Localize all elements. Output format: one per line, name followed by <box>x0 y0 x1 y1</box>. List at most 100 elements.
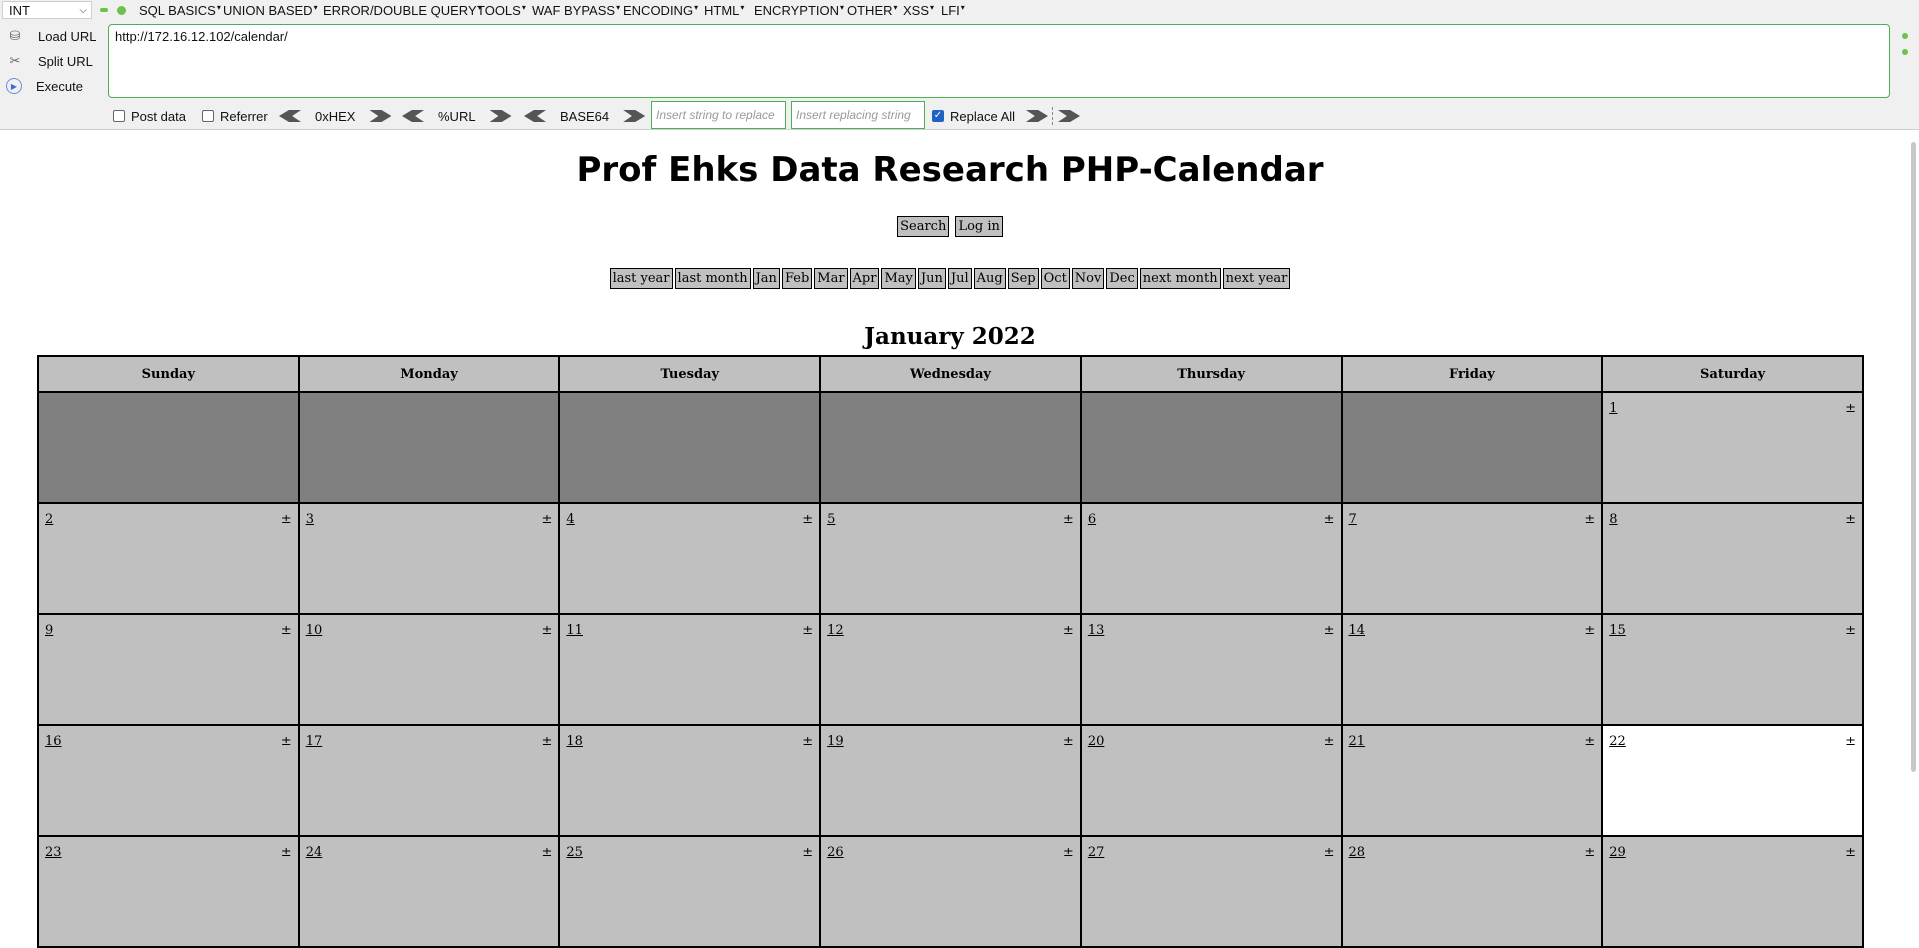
add-event-link[interactable]: ± <box>1063 623 1074 638</box>
day-number-link[interactable]: 3 <box>306 512 314 527</box>
day-number-link[interactable]: 22 <box>1609 734 1626 749</box>
day-number-link[interactable]: 18 <box>566 734 583 749</box>
url-input[interactable]: http://172.16.12.102/calendar/ <box>108 24 1890 98</box>
day-number-link[interactable]: 11 <box>566 623 583 638</box>
menu-error-double-query[interactable]: ERROR/DOUBLE QUERY▾ <box>323 3 482 18</box>
replace-arrow-icon[interactable] <box>1026 110 1048 122</box>
nav-sep-button[interactable]: Sep <box>1007 268 1039 289</box>
day-number-link[interactable]: 27 <box>1088 845 1105 860</box>
nav-nov-button[interactable]: Nov <box>1071 268 1105 289</box>
add-event-link[interactable]: ± <box>281 845 292 860</box>
menu-other[interactable]: OTHER▾ <box>847 3 898 18</box>
day-number-link[interactable]: 29 <box>1609 845 1626 860</box>
add-event-link[interactable]: ± <box>1584 512 1595 527</box>
add-event-link[interactable]: ± <box>802 623 813 638</box>
add-event-link[interactable]: ± <box>1324 623 1335 638</box>
nav-jul-button[interactable]: Jul <box>947 268 972 289</box>
day-number-link[interactable]: 26 <box>827 845 844 860</box>
split-url-button[interactable]: ✂ Split URL <box>6 50 93 72</box>
nav-last-year-button[interactable]: last year <box>609 268 673 289</box>
day-number-link[interactable]: 7 <box>1349 512 1357 527</box>
url-encode-arrow-icon[interactable] <box>489 110 512 122</box>
day-number-link[interactable]: 23 <box>45 845 62 860</box>
type-select[interactable]: INT ⌵ <box>2 1 92 19</box>
menu-lfi[interactable]: LFI▾ <box>941 3 965 18</box>
scrollbar[interactable] <box>1908 130 1919 805</box>
menu-sql-basics[interactable]: SQL BASICS▾ <box>139 3 221 18</box>
base64-decode-arrow-icon[interactable] <box>524 110 546 122</box>
day-number-link[interactable]: 21 <box>1349 734 1366 749</box>
load-url-button[interactable]: ⛁ Load URL <box>6 25 97 47</box>
add-event-link[interactable]: ± <box>1324 734 1335 749</box>
day-number-link[interactable]: 17 <box>306 734 323 749</box>
post-data-checkbox[interactable] <box>113 110 125 122</box>
add-event-link[interactable]: ± <box>1584 845 1595 860</box>
nav-last-month-button[interactable]: last month <box>674 268 751 289</box>
day-number-link[interactable]: 6 <box>1088 512 1096 527</box>
add-event-link[interactable]: ± <box>1845 845 1856 860</box>
nav-oct-button[interactable]: Oct <box>1040 268 1070 289</box>
add-event-link[interactable]: ± <box>1324 512 1335 527</box>
referrer-checkbox[interactable] <box>202 110 214 122</box>
menu-xss[interactable]: XSS▾ <box>903 3 934 18</box>
add-event-link[interactable]: ± <box>1845 512 1856 527</box>
zoom-in-icon[interactable] <box>117 6 126 15</box>
day-number-link[interactable]: 28 <box>1349 845 1366 860</box>
nav-mar-button[interactable]: Mar <box>814 268 848 289</box>
nav-may-button[interactable]: May <box>881 268 916 289</box>
menu-waf-bypass[interactable]: WAF BYPASS▾ <box>532 3 620 18</box>
execute-button[interactable]: ▶ Execute <box>6 75 83 97</box>
day-number-link[interactable]: 10 <box>306 623 323 638</box>
nav-next-year-button[interactable]: next year <box>1222 268 1291 289</box>
add-event-link[interactable]: ± <box>802 845 813 860</box>
day-number-link[interactable]: 24 <box>306 845 323 860</box>
zoom-out-icon[interactable] <box>100 8 108 12</box>
day-number-link[interactable]: 14 <box>1349 623 1366 638</box>
add-event-link[interactable]: ± <box>1063 734 1074 749</box>
add-event-link[interactable]: ± <box>1845 401 1856 416</box>
url-decrease-icon[interactable] <box>1902 49 1908 55</box>
url-decode-arrow-icon[interactable] <box>402 110 424 122</box>
scrollbar-thumb[interactable] <box>1911 142 1916 772</box>
add-event-link[interactable]: ± <box>802 512 813 527</box>
day-number-link[interactable]: 12 <box>827 623 844 638</box>
add-event-link[interactable]: ± <box>1063 512 1074 527</box>
add-event-link[interactable]: ± <box>281 623 292 638</box>
add-event-link[interactable]: ± <box>1584 734 1595 749</box>
nav-feb-button[interactable]: Feb <box>781 268 813 289</box>
day-number-link[interactable]: 4 <box>566 512 574 527</box>
menu-union-based[interactable]: UNION BASED▾ <box>223 3 318 18</box>
day-number-link[interactable]: 1 <box>1609 401 1617 416</box>
replace-all-checkbox[interactable]: ✓ <box>932 110 944 122</box>
nav-next-month-button[interactable]: next month <box>1139 268 1221 289</box>
day-number-link[interactable]: 8 <box>1609 512 1617 527</box>
nav-jun-button[interactable]: Jun <box>917 268 946 289</box>
day-number-link[interactable]: 15 <box>1609 623 1626 638</box>
day-number-link[interactable]: 20 <box>1088 734 1105 749</box>
post-data-toggle[interactable]: Post data <box>113 106 186 126</box>
day-number-link[interactable]: 19 <box>827 734 844 749</box>
replace-all-toggle[interactable]: ✓ Replace All <box>932 106 1015 126</box>
add-event-link[interactable]: ± <box>802 734 813 749</box>
search-button[interactable]: Search <box>897 216 950 237</box>
add-event-link[interactable]: ± <box>1063 845 1074 860</box>
nav-aug-button[interactable]: Aug <box>973 268 1006 289</box>
day-number-link[interactable]: 13 <box>1088 623 1105 638</box>
replacing-string-input[interactable]: Insert replacing string <box>791 101 925 129</box>
nav-dec-button[interactable]: Dec <box>1106 268 1138 289</box>
day-number-link[interactable]: 16 <box>45 734 62 749</box>
nav-jan-button[interactable]: Jan <box>752 268 780 289</box>
nav-apr-button[interactable]: Apr <box>849 268 880 289</box>
add-event-link[interactable]: ± <box>281 512 292 527</box>
add-event-link[interactable]: ± <box>542 845 553 860</box>
menu-encryption[interactable]: ENCRYPTION▾ <box>754 3 844 18</box>
menu-tools[interactable]: TOOLS▾ <box>477 3 526 18</box>
hex-decode-arrow-icon[interactable] <box>279 110 301 122</box>
add-event-link[interactable]: ± <box>542 623 553 638</box>
login-button[interactable]: Log in <box>955 216 1003 237</box>
hex-encode-arrow-icon[interactable] <box>369 110 392 122</box>
day-number-link[interactable]: 9 <box>45 623 53 638</box>
menu-encoding[interactable]: ENCODING▾ <box>623 3 698 18</box>
replace-string-input[interactable]: Insert string to replace <box>651 101 786 129</box>
add-event-link[interactable]: ± <box>542 734 553 749</box>
